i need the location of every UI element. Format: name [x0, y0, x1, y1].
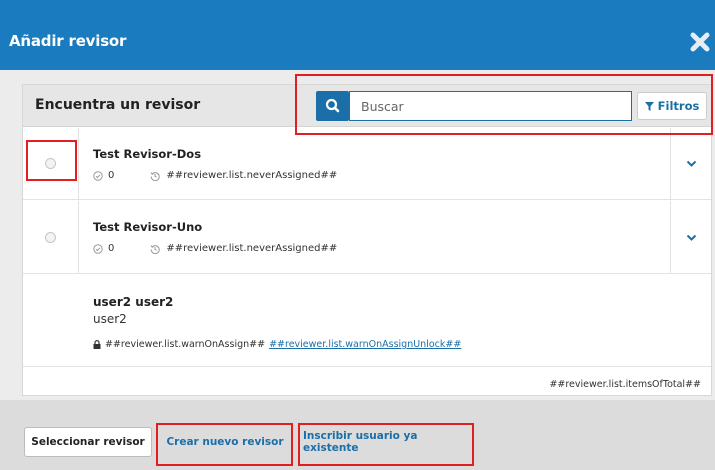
user-row: user2 user2 user2 ##reviewer.list.warnOn…	[23, 275, 711, 367]
reviewer-radio[interactable]	[45, 158, 56, 169]
reviewer-name: Test Revisor-Uno	[93, 220, 203, 234]
assign-warning: ##reviewer.list.warnOnAssign## ##reviewe…	[93, 339, 461, 350]
modal-header: Añadir revisor	[0, 0, 715, 70]
user-fullname: user2 user2	[93, 295, 174, 309]
filter-icon	[644, 101, 654, 111]
modal-footer: Seleccionar revisor Crear nuevo revisor …	[0, 400, 715, 470]
reviewer-radio[interactable]	[45, 232, 56, 243]
review-count: 0	[108, 170, 115, 181]
expand-toggle[interactable]	[670, 201, 711, 273]
select-reviewer-button[interactable]: Seleccionar revisor	[24, 427, 152, 457]
history-icon	[150, 171, 161, 181]
user-username: user2	[93, 312, 127, 326]
filters-button[interactable]: Filtros	[637, 92, 707, 120]
search-input[interactable]	[349, 91, 632, 121]
history-icon	[150, 244, 161, 254]
expand-toggle[interactable]	[670, 128, 711, 199]
close-icon[interactable]	[689, 31, 711, 53]
panel-header: Encuentra un revisor Filtros	[23, 85, 711, 127]
filters-label: Filtros	[657, 99, 700, 113]
reviewer-name: Test Revisor-Dos	[93, 147, 202, 161]
assignment-note: ##reviewer.list.neverAssigned##	[166, 170, 338, 181]
reviewer-row[interactable]: Test Revisor-Dos 0 ##reviewer.list.never…	[23, 128, 711, 200]
search-button[interactable]	[316, 91, 349, 121]
radio-cell	[23, 201, 79, 273]
search-icon	[325, 98, 340, 113]
reviewer-meta: 0 ##reviewer.list.neverAssigned##	[93, 243, 337, 254]
reviewer-panel: Encuentra un revisor Filtros Test Reviso…	[22, 84, 712, 396]
modal-title: Añadir revisor	[9, 32, 127, 50]
lock-icon	[93, 340, 101, 349]
check-circle-icon	[93, 170, 103, 181]
chevron-down-icon	[686, 160, 697, 167]
enroll-existing-user-button[interactable]: Inscribir usuario ya existente	[303, 427, 471, 457]
create-reviewer-button[interactable]: Crear nuevo revisor	[160, 427, 290, 457]
items-total: ##reviewer.list.itemsOfTotal##	[549, 379, 701, 390]
chevron-down-icon	[686, 234, 697, 241]
unlock-link[interactable]: ##reviewer.list.warnOnAssignUnlock##	[269, 339, 461, 350]
reviewer-meta: 0 ##reviewer.list.neverAssigned##	[93, 170, 337, 181]
radio-cell	[23, 128, 79, 199]
assignment-note: ##reviewer.list.neverAssigned##	[166, 243, 338, 254]
check-circle-icon	[93, 243, 103, 254]
review-count: 0	[108, 243, 115, 254]
modal-body: Encuentra un revisor Filtros Test Reviso…	[0, 70, 715, 400]
warning-text: ##reviewer.list.warnOnAssign##	[105, 339, 266, 350]
panel-title: Encuentra un revisor	[35, 97, 201, 113]
reviewer-row[interactable]: Test Revisor-Uno 0 ##reviewer.list.never…	[23, 201, 711, 274]
